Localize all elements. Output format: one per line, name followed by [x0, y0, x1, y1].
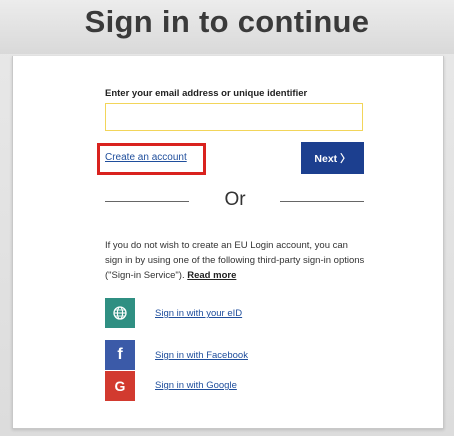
- title-bar: Sign in to continue: [0, 0, 454, 54]
- read-more-link[interactable]: Read more: [187, 270, 236, 281]
- sign-in-eid-link[interactable]: Sign in with your eID: [155, 308, 242, 319]
- page-title: Sign in to continue: [84, 4, 370, 39]
- google-icon[interactable]: G: [105, 371, 135, 401]
- divider-line-left: [105, 201, 189, 202]
- create-account-link[interactable]: Create an account: [105, 152, 187, 163]
- next-button[interactable]: Next 〉: [301, 142, 364, 174]
- or-label: Or: [224, 189, 246, 210]
- email-input[interactable]: [105, 103, 363, 131]
- or-divider: Or: [105, 189, 365, 213]
- globe-icon[interactable]: [105, 298, 135, 328]
- sign-in-google-link[interactable]: Sign in with Google: [155, 380, 237, 391]
- sign-in-card: Enter your email address or unique ident…: [12, 56, 444, 429]
- third-party-info: If you do not wish to create an EU Login…: [105, 238, 365, 283]
- sign-in-facebook-link[interactable]: Sign in with Facebook: [155, 350, 248, 361]
- divider-line-right: [280, 201, 364, 202]
- email-label: Enter your email address or unique ident…: [105, 88, 308, 99]
- facebook-icon[interactable]: f: [105, 340, 135, 370]
